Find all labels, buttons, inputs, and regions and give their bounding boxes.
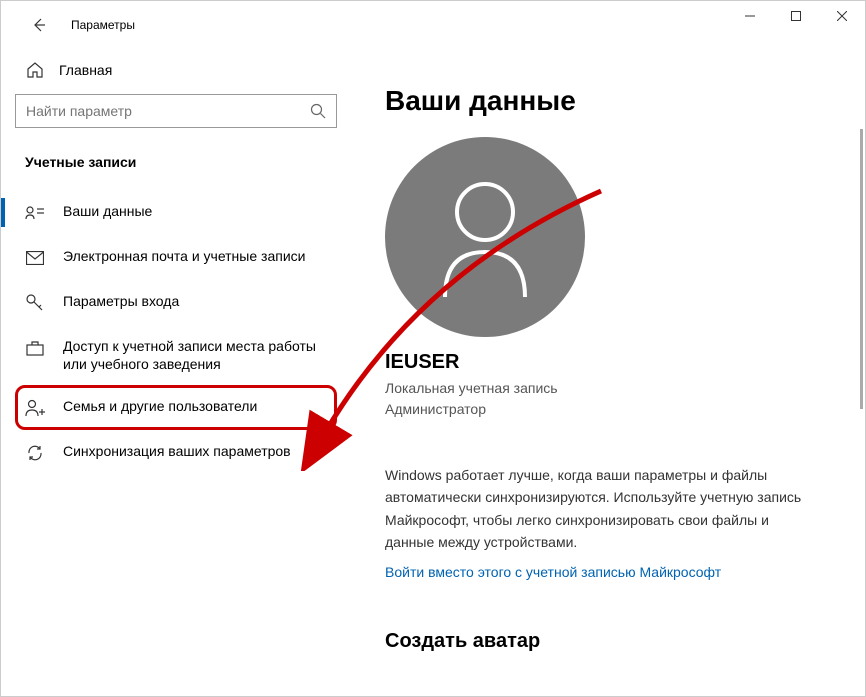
sync-description: Windows работает лучше, когда ваши парам… [385,464,815,554]
window-title: Параметры [71,18,135,32]
sidebar-item-label: Синхронизация ваших параметров [63,442,291,460]
back-button[interactable] [19,5,59,45]
sidebar-item-family[interactable]: Семья и другие пользователи [15,385,337,430]
main-content: Ваши данные IEUSER Локальная учетная зап… [351,49,865,696]
close-button[interactable] [819,1,865,31]
sidebar: Главная Учетные записи Ваши данные Элект… [1,49,351,696]
scrollbar[interactable] [860,129,863,409]
sidebar-item-label: Доступ к учетной записи места работы или… [63,337,327,373]
category-heading: Учетные записи [15,146,337,190]
sidebar-item-label: Ваши данные [63,202,152,220]
minimize-button[interactable] [727,1,773,31]
sidebar-item-label: Семья и другие пользователи [63,397,257,415]
mail-icon [25,248,45,268]
account-type-local: Локальная учетная запись [385,378,831,399]
sidebar-item-signin-options[interactable]: Параметры входа [15,280,337,325]
account-type-admin: Администратор [385,399,831,420]
signin-microsoft-link[interactable]: Войти вместо этого с учетной записью Май… [385,564,831,580]
home-label: Главная [59,62,112,78]
username: IEUSER [385,351,831,374]
home-link[interactable]: Главная [15,49,337,94]
avatar [385,137,585,337]
sidebar-item-work-access[interactable]: Доступ к учетной записи места работы или… [15,325,337,385]
sync-icon [25,443,45,463]
sidebar-item-sync[interactable]: Синхронизация ваших параметров [15,430,337,475]
search-box[interactable] [15,94,337,128]
home-icon [25,60,45,80]
briefcase-icon [25,338,45,358]
key-icon [25,293,45,313]
maximize-button[interactable] [773,1,819,31]
search-input[interactable] [26,103,310,119]
person-card-icon [25,203,45,223]
search-icon [310,103,326,119]
create-avatar-heading: Создать аватар [385,630,831,653]
sidebar-item-label: Электронная почта и учетные записи [63,247,305,265]
sidebar-item-label: Параметры входа [63,292,179,310]
add-person-icon [25,398,45,418]
sidebar-item-your-info[interactable]: Ваши данные [15,190,337,235]
page-title: Ваши данные [385,85,831,117]
sidebar-item-email[interactable]: Электронная почта и учетные записи [15,235,337,280]
